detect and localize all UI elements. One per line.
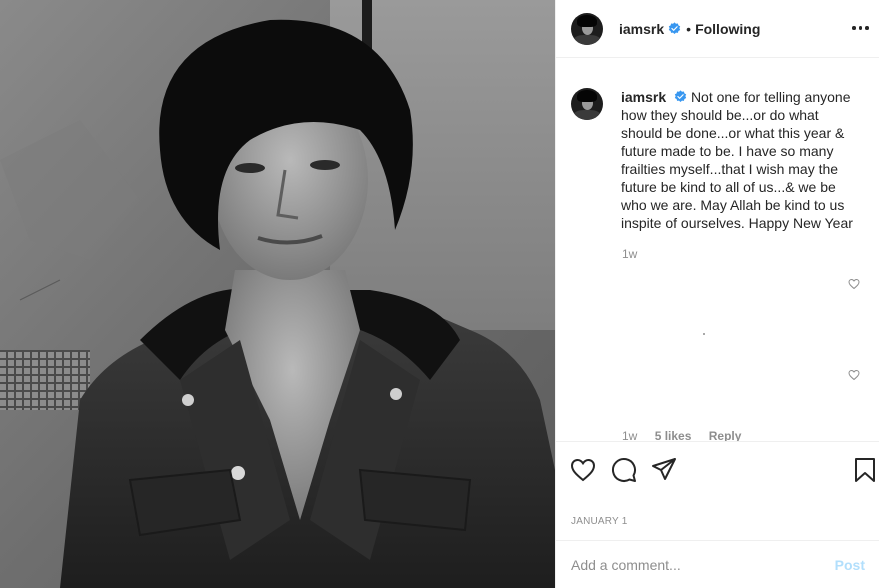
verified-badge-icon [674,90,687,103]
header-separator: • [686,20,692,37]
comment-likes[interactable]: 5 likes [655,429,692,441]
caption-username[interactable]: iamsrk [621,89,666,105]
caption-text-block: iamsrk Not one for telling anyone how th… [621,88,861,232]
add-comment-input[interactable] [571,556,835,573]
comment-icon[interactable] [611,457,637,483]
caption-text: Not one for telling anyone how they shou… [621,89,853,231]
header-username[interactable]: iamsrk [619,21,664,37]
comment-form: Post [556,540,879,588]
post-side-panel: iamsrk • Following iamsrk Not one for te… [555,0,879,588]
comment-meta: 1w 5 likes Reply [622,429,755,441]
action-bar [556,441,879,501]
post-comment-button[interactable]: Post [835,557,865,573]
caption-timestamp[interactable]: 1w [622,247,637,261]
post-date[interactable]: JANUARY 1 [571,516,627,527]
verified-badge-icon [668,22,681,35]
hidden-comment-dot [703,333,705,335]
reply-button[interactable]: Reply [709,429,742,441]
post-photo-illustration [0,0,555,588]
post-header: iamsrk • Following [556,0,879,58]
avatar[interactable] [571,12,603,45]
comment-timestamp[interactable]: 1w [622,429,637,441]
following-button[interactable]: Following [695,21,760,37]
heart-icon[interactable] [570,457,596,483]
bookmark-icon[interactable] [852,457,878,483]
avatar[interactable] [571,88,603,120]
comments-area[interactable]: iamsrk Not one for telling anyone how th… [556,59,879,441]
comment-like-heart-icon[interactable] [848,369,860,381]
more-options-icon[interactable] [852,20,872,36]
post-image[interactable] [0,0,555,588]
share-icon[interactable] [651,457,677,483]
comment-like-heart-icon[interactable] [848,278,860,290]
caption: iamsrk Not one for telling anyone how th… [571,88,861,232]
